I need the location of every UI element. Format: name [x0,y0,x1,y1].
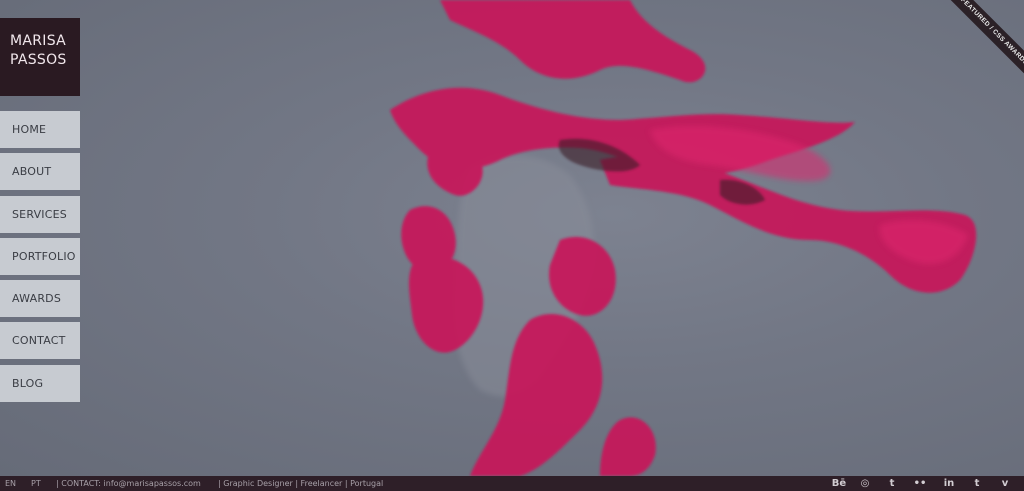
hero-background [0,0,1024,476]
behance-icon[interactable]: Bē [830,476,848,491]
logo-line-1: MARISA [10,33,67,49]
pink-smoke-artwork [390,0,977,476]
award-ribbon[interactable]: FEATURED / CSS AWARDS [944,0,1024,80]
linkedin-icon[interactable]: in [942,476,956,491]
vimeo-icon[interactable]: v [998,476,1012,491]
twitter-icon[interactable]: t [970,476,984,491]
footer-bar: EN PT | CONTACT: info@marisapassos.com |… [0,476,1024,491]
award-ribbon-text: FEATURED / CSS AWARDS [944,0,1024,80]
site-logo[interactable]: MARISA PASSOS [0,18,80,96]
flickr-icon[interactable]: •• [913,476,927,491]
nav-item-awards[interactable]: AWARDS [0,280,80,318]
lang-pt-link[interactable]: PT [31,476,41,491]
nav-item-blog[interactable]: BLOG [0,364,80,402]
footer-tagline: | Graphic Designer | Freelancer | Portug… [218,479,384,488]
tumblr-icon[interactable]: t [885,476,899,491]
dribbble-icon[interactable]: ◎ [858,476,872,491]
footer-contact[interactable]: | CONTACT: info@marisapassos.com [56,476,201,491]
nav-item-services[interactable]: SERVICES [0,195,80,233]
nav-item-contact[interactable]: CONTACT [0,322,80,360]
nav-item-about[interactable]: ABOUT [0,153,80,191]
lang-en-link[interactable]: EN [5,476,16,491]
nav-item-portfolio[interactable]: PORTFOLIO [0,237,80,275]
main-nav: HOME ABOUT SERVICES PORTFOLIO AWARDS CON… [0,111,80,407]
logo-line-2: PASSOS [10,52,67,68]
nav-item-home[interactable]: HOME [0,111,80,148]
